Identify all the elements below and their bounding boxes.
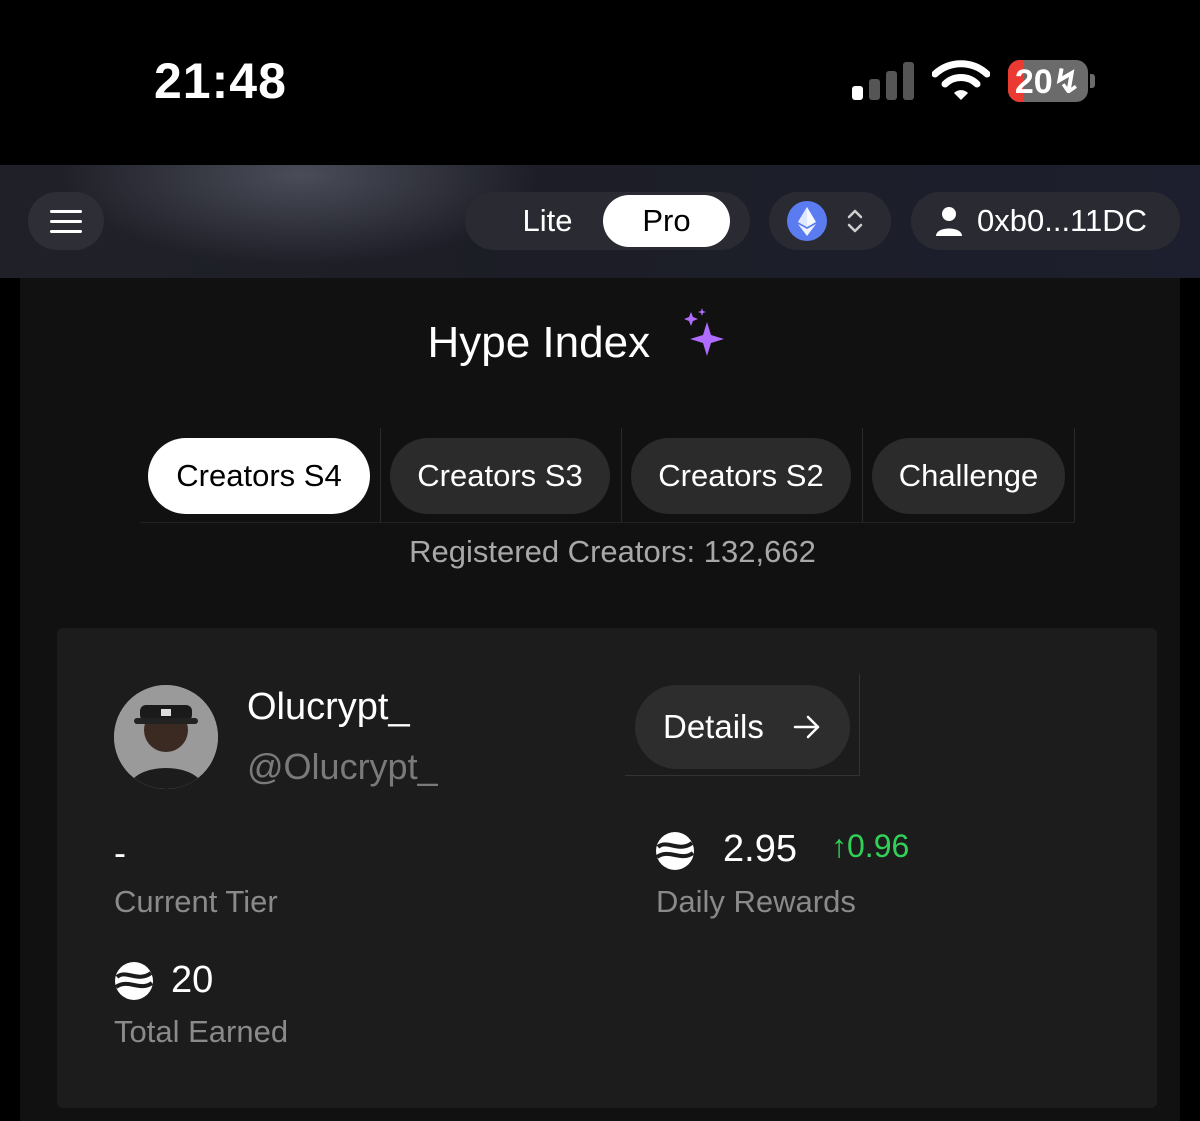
current-tier-value: - [114, 832, 126, 873]
avatar [114, 685, 218, 789]
details-button[interactable]: Details [635, 685, 850, 769]
total-earned-value: 20 [171, 959, 214, 1001]
tab-divider [621, 428, 622, 522]
menu-button[interactable] [28, 192, 104, 250]
creator-display-name: Olucrypt_ [247, 686, 410, 728]
creator-card: Olucrypt_ @Olucrypt_ Details - Current T… [57, 628, 1157, 1108]
tab-divider [862, 428, 863, 522]
wifi-icon [932, 60, 990, 100]
mode-toggle: Lite Pro [465, 192, 750, 250]
battery-tip [1090, 74, 1095, 88]
token-icon [655, 832, 695, 870]
cellular-signal-icon [852, 62, 914, 100]
battery-percent: 20↯ [1014, 63, 1082, 101]
mode-pro-option[interactable]: Pro [603, 195, 730, 247]
chevron-updown-icon [847, 209, 863, 233]
tab-divider [380, 428, 381, 522]
tab-creators-s4[interactable]: Creators S4 [148, 438, 370, 514]
tab-creators-s2[interactable]: Creators S2 [631, 438, 851, 514]
tabs-underline [140, 522, 1075, 523]
mode-lite-option[interactable]: Lite [485, 192, 610, 250]
tab-creators-s3[interactable]: Creators S3 [390, 438, 610, 514]
clock: 21:48 [154, 53, 287, 109]
battery-icon: 20↯ [1008, 60, 1088, 102]
top-nav: Lite Pro 0xb0...11DC [0, 165, 1200, 278]
tab-challenge[interactable]: Challenge [872, 438, 1065, 514]
daily-rewards-value: 2.95 [723, 828, 797, 870]
chain-selector[interactable] [769, 192, 891, 250]
arrow-right-icon [793, 715, 820, 739]
hype-index-panel: Hype Index Creators S4 Creators S3 Creat… [20, 278, 1180, 1121]
details-container: Details [625, 674, 860, 776]
creator-handle: @Olucrypt_ [247, 746, 438, 787]
sparkle-icon [683, 308, 724, 356]
ethereum-icon [787, 201, 827, 241]
token-icon [114, 962, 154, 1000]
user-icon [936, 207, 962, 236]
page-title: Hype Index [427, 318, 651, 367]
wallet-address: 0xb0...11DC [977, 203, 1148, 238]
title-row: Hype Index [20, 308, 1180, 368]
status-bar: 21:48 20↯ [0, 0, 1200, 165]
current-tier-label: Current Tier [114, 884, 278, 919]
total-earned-label: Total Earned [114, 1014, 289, 1049]
details-label: Details [663, 708, 764, 745]
registered-creators-count: Registered Creators: 132,662 [409, 534, 816, 569]
daily-rewards-label: Daily Rewards [656, 884, 856, 919]
wallet-button[interactable]: 0xb0...11DC [911, 192, 1180, 250]
daily-rewards-delta: ↑0.96 [831, 828, 910, 864]
tab-divider [1074, 428, 1075, 522]
arrow-up-icon: ↑ [831, 828, 847, 864]
